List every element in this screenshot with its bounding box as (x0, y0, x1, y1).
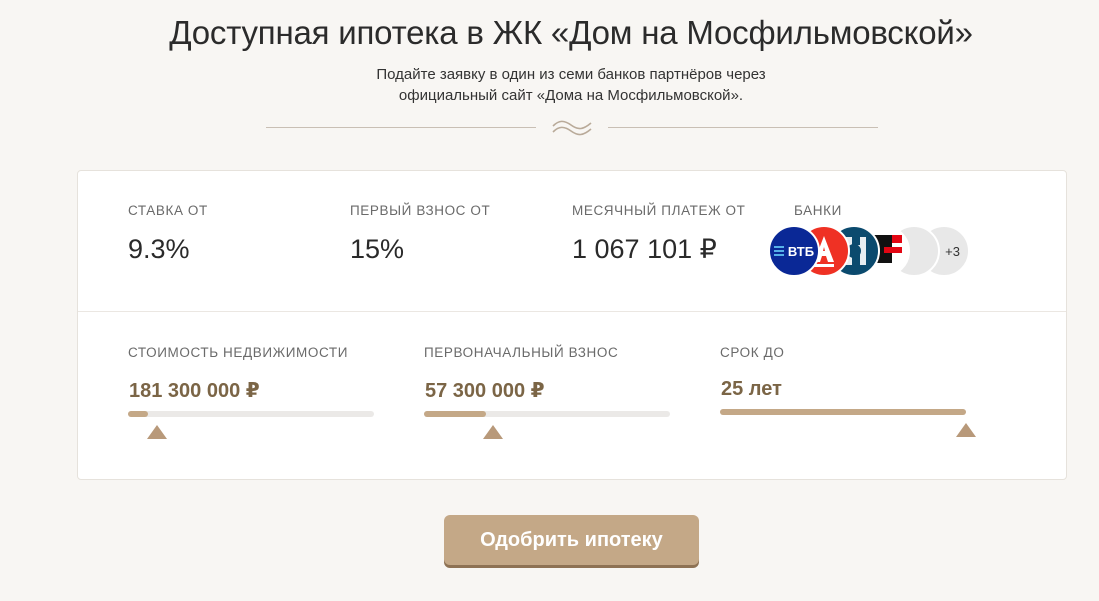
price-slider-value: 181 300 000 ₽ (129, 380, 260, 402)
subtitle-line-2: официальный сайт «Дома на Мосфильмовской… (398, 87, 744, 104)
initial-payment-slider-fill (424, 411, 486, 417)
ornament-divider (266, 118, 878, 138)
term-slider-fill (720, 409, 966, 415)
stat-rate-value: 9.3% (128, 234, 190, 264)
bank-logos[interactable]: +3 ВТБ (768, 225, 978, 279)
divider-line-left (266, 127, 536, 128)
divider-line-right (608, 127, 878, 128)
stat-monthly-payment-value: 1 067 101 ₽ (572, 234, 717, 264)
term-slider-handle[interactable] (956, 423, 976, 437)
term-slider-label: СРОК ДО (720, 345, 785, 360)
stat-monthly-payment-label: МЕСЯЧНЫЙ ПЛАТЕЖ ОТ (572, 203, 746, 218)
stat-down-payment-value: 15% (350, 234, 405, 264)
wave-ornament-icon (552, 120, 592, 136)
stat-banks-label: БАНКИ (794, 203, 842, 218)
price-slider-label: СТОИМОСТЬ НЕДВИЖИМОСТИ (128, 345, 349, 360)
stat-banks: БАНКИ (794, 203, 842, 218)
subtitle-line-1: Подайте заявку в один из семи банков пар… (376, 66, 766, 83)
stat-rate-label: СТАВКА ОТ (128, 203, 208, 218)
term-slider-track[interactable] (720, 409, 976, 437)
term-slider-value: 25 лет (721, 378, 782, 400)
more-banks-count: +3 (945, 243, 960, 259)
page-subtitle: Подайте заявку в один из семи банков пар… (0, 64, 1099, 106)
price-slider[interactable]: СТОИМОСТЬ НЕДВИЖИМОСТИ 181 300 000 ₽ (128, 345, 374, 439)
price-slider-fill (128, 411, 148, 417)
stat-rate: СТАВКА ОТ 9.3% (128, 203, 208, 265)
stat-down-payment: ПЕРВЫЙ ВЗНОС ОТ 15% (350, 203, 490, 265)
mortgage-calculator-card: СТАВКА ОТ 9.3% ПЕРВЫЙ ВЗНОС ОТ 15% МЕСЯЧ… (77, 170, 1067, 480)
term-slider[interactable]: СРОК ДО 25 лет (720, 345, 976, 437)
vtb-logo-text: ВТБ (787, 243, 815, 259)
price-slider-track[interactable] (128, 411, 374, 439)
stat-monthly-payment: МЕСЯЧНЫЙ ПЛАТЕЖ ОТ 1 067 101 ₽ (572, 203, 745, 265)
initial-payment-slider-value: 57 300 000 ₽ (425, 380, 545, 402)
price-slider-handle[interactable] (146, 425, 167, 439)
initial-payment-slider-label: ПЕРВОНАЧАЛЬНЫЙ ВЗНОС (424, 345, 619, 360)
card-divider (78, 311, 1066, 312)
initial-payment-slider-track[interactable] (424, 411, 670, 439)
initial-payment-slider[interactable]: ПЕРВОНАЧАЛЬНЫЙ ВЗНОС 57 300 000 ₽ (424, 345, 670, 439)
page-title: Доступная ипотека в ЖК «Дом на Мосфильмо… (169, 14, 973, 51)
bank-logo-vtb-icon: ВТБ (768, 225, 820, 277)
approve-mortgage-button[interactable]: Одобрить ипотеку (444, 515, 699, 565)
stat-down-payment-label: ПЕРВЫЙ ВЗНОС ОТ (350, 203, 491, 218)
initial-payment-slider-handle[interactable] (483, 425, 503, 439)
